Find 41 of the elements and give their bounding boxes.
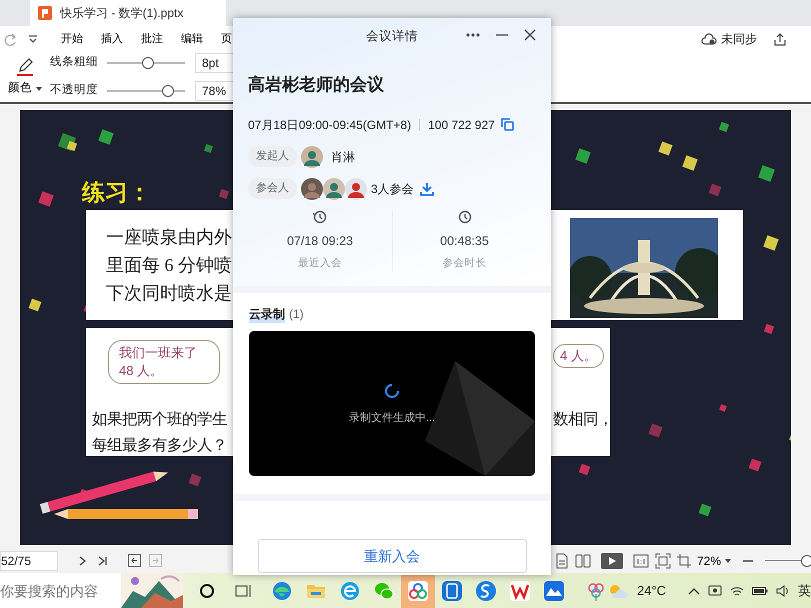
question-text: 每组最多有多少人？ — [92, 438, 227, 454]
temperature[interactable]: 24°C — [637, 580, 666, 600]
host-tag: 发起人 — [248, 146, 297, 167]
problem-text: 里面每 6 分钟喷 — [106, 256, 232, 274]
recording-count: (1) — [289, 306, 304, 323]
problem-text: 一座喷泉由内外 — [106, 228, 232, 246]
rejoin-button[interactable]: 重新入会 — [258, 539, 526, 573]
menu-tab[interactable]: 批注 — [132, 30, 172, 48]
meeting-time: 07月18日09:00-09:45(GMT+8) — [248, 116, 412, 134]
speech-bubble: 4 人。 — [553, 344, 604, 368]
dialog-title: 会议详情 — [365, 28, 419, 45]
color-dropdown[interactable]: 颜色 — [8, 80, 42, 98]
menu-tab[interactable]: 插入 — [92, 30, 132, 48]
line-width-label: 线条粗细 — [50, 54, 99, 70]
meeting-title: 高岩彬老师的会议 — [248, 74, 385, 96]
question-text: 数相同， — [553, 412, 613, 428]
section-title: 云录制 — [249, 305, 285, 323]
slide-title: 练习： — [82, 178, 151, 207]
menu-tab[interactable]: 开始 — [52, 30, 92, 48]
zoom-dropdown[interactable]: 72% — [696, 552, 731, 570]
sync-status[interactable]: 未同步 — [721, 30, 757, 48]
recording-status: 录制文件生成中... — [348, 410, 436, 426]
stat-value: 07/18 09:23 — [286, 232, 354, 250]
participant-count: 3人参会 — [371, 180, 414, 198]
opacity-label: 不透明度 — [50, 82, 99, 98]
menu-tab[interactable]: 编辑 — [172, 30, 212, 48]
problem-text: 下次同时喷水是 — [106, 284, 232, 302]
participants-tag: 参会人 — [248, 178, 297, 199]
question-text: 如果把两个班的学生 — [92, 412, 227, 428]
stat-label: 最近入会 — [298, 256, 342, 272]
search-field[interactable]: 你要搜索的内容 — [0, 573, 121, 608]
video-thumbnail[interactable]: 录制文件生成中... — [249, 331, 535, 476]
host-name: 肖淋 — [331, 148, 355, 166]
menu-tab[interactable]: 页 — [212, 30, 241, 48]
meeting-id: 100 722 927 — [428, 116, 495, 134]
stat-value: 00:48:35 — [440, 232, 489, 250]
page-field[interactable]: 52/75 — [0, 550, 58, 570]
input-method[interactable]: 英 — [798, 580, 811, 600]
document-tab[interactable]: 快乐学习 - 数学(1).pptx — [30, 0, 226, 26]
speech-bubble: 我们一班来了 48 人。 — [108, 340, 220, 384]
stat-label: 参会时长 — [442, 256, 486, 272]
